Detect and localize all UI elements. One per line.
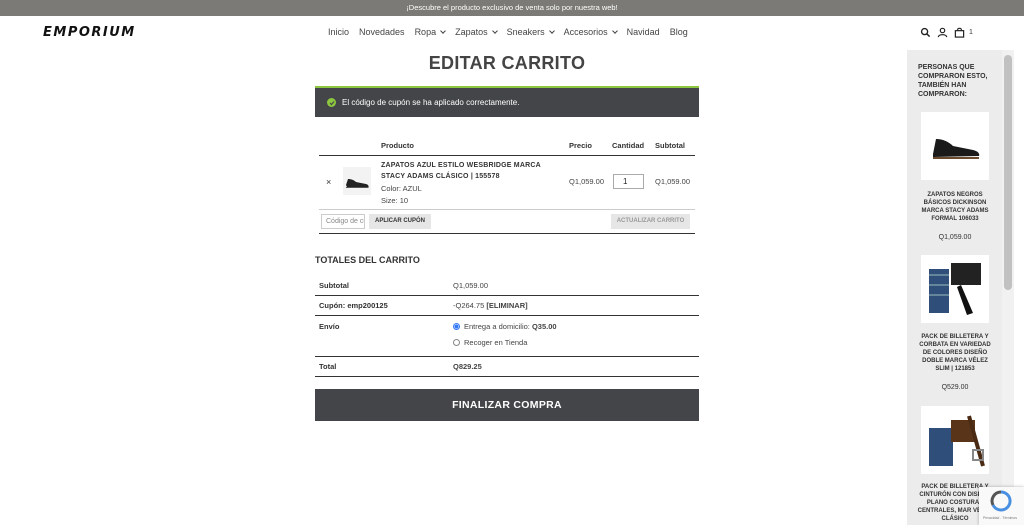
recaptcha-badge[interactable]: Privacidad - Términos [979, 487, 1024, 525]
quantity-input[interactable]: 1 [613, 174, 644, 189]
nav-item-inicio[interactable]: Inicio [328, 27, 349, 37]
divider [319, 233, 695, 234]
shipping-home-price: Q35.00 [531, 322, 557, 331]
apply-coupon-button[interactable]: APLICAR CUPÓN [369, 214, 431, 229]
shipping-pickup-label: Recoger en Tienda [464, 338, 528, 347]
product-name[interactable]: ZAPATOS AZUL ESTILO WESBRIDGE MARCA STAC… [381, 160, 561, 182]
nav-label: Sneakers [506, 27, 545, 37]
coupon-success-notice: El código de cupón se ha aplicado correc… [315, 86, 699, 117]
related-products-sidebar: PERSONAS QUE COMPRARON ESTO, TAMBIÉN HAN… [907, 50, 1002, 525]
nav-label: Navidad [626, 27, 660, 37]
remove-item-button[interactable]: × [326, 177, 331, 187]
column-header-quantity: Cantidad [612, 141, 645, 150]
divider [315, 315, 699, 316]
shipping-option-pickup[interactable]: Recoger en Tienda [453, 338, 527, 347]
total-label: Total [319, 362, 337, 371]
chevron-down-icon [611, 27, 618, 34]
coupon-value-row: -Q264.75 [ELIMINAR] [453, 301, 528, 310]
divider [315, 295, 699, 296]
nav-item-zapatos[interactable]: Zapatos [455, 27, 498, 37]
notice-text: El código de cupón se ha aplicado correc… [342, 98, 520, 107]
chevron-down-icon [491, 27, 498, 34]
nav-label: Zapatos [455, 27, 488, 37]
subtotal-value: Q1,059.00 [453, 281, 489, 290]
scrollbar-thumb[interactable] [1004, 55, 1012, 290]
remove-coupon-link[interactable]: [ELIMINAR] [486, 301, 527, 310]
user-icon[interactable] [937, 27, 948, 38]
related-product-name[interactable]: PACK DE BILLETERA Y CORBATA EN VARIEDAD … [915, 333, 995, 373]
radio-unselected-icon[interactable] [453, 339, 460, 346]
shopping-bag-icon[interactable] [954, 27, 965, 38]
site-logo[interactable]: EMPORIUM [43, 25, 136, 40]
nav-item-novedades[interactable]: Novedades [359, 27, 405, 37]
sidebar-title: PERSONAS QUE COMPRARON ESTO, TAMBIÉN HAN… [918, 64, 988, 98]
related-product-image[interactable] [921, 112, 989, 180]
column-header-product: Producto [381, 141, 414, 150]
nav-label: Blog [669, 27, 688, 37]
wallet-belt-icon [929, 415, 985, 467]
main-nav: Inicio Novedades Ropa Zapatos Sneakers A… [328, 27, 698, 37]
cart-totals-title: TOTALES DEL CARRITO [315, 255, 420, 265]
check-circle-icon [327, 98, 336, 107]
announcement-bar: ¡Descubre el producto exclusivo de venta… [0, 0, 1024, 16]
product-thumbnail[interactable] [343, 167, 371, 195]
nav-item-navidad[interactable]: Navidad [627, 27, 660, 37]
search-icon[interactable] [920, 27, 931, 38]
shoe-icon [346, 179, 369, 188]
column-header-price: Precio [569, 141, 592, 150]
product-subtotal: Q1,059.00 [655, 177, 691, 186]
related-product-name[interactable]: ZAPATOS NEGROS BÁSICOS DICKINSON MARCA S… [915, 191, 995, 223]
chevron-down-icon [548, 27, 555, 34]
cart-count-badge: 1 [969, 29, 973, 36]
recaptcha-icon [990, 490, 1012, 512]
related-product-price: Q1,059.00 [938, 234, 972, 241]
radio-selected-icon[interactable] [453, 323, 460, 330]
column-header-subtotal: Subtotal [655, 141, 685, 150]
recaptcha-text: Privacidad - Términos [983, 516, 1017, 520]
coupon-input[interactable]: Código de cupón [321, 214, 365, 229]
checkout-button[interactable]: FINALIZAR COMPRA [315, 389, 699, 421]
related-product-price: Q529.00 [941, 384, 969, 391]
shoe-icon [933, 139, 980, 159]
divider [319, 209, 695, 210]
related-product-image[interactable] [921, 255, 989, 323]
update-cart-button[interactable]: ACTUALIZAR CARRITO [611, 214, 690, 229]
divider [315, 376, 699, 377]
product-price: Q1,059.00 [569, 177, 605, 186]
total-value: Q829.25 [453, 362, 482, 371]
nav-label: Novedades [359, 27, 405, 37]
header-icons: 1 [920, 27, 973, 38]
shipping-label: Envío [319, 322, 340, 331]
chevron-down-icon [440, 27, 446, 34]
page-title: EDITAR CARRITO [428, 53, 586, 73]
nav-item-sneakers[interactable]: Sneakers [506, 27, 555, 37]
divider [315, 356, 699, 357]
related-product-image[interactable] [921, 406, 989, 474]
wallet-tie-icon [929, 263, 981, 315]
shipping-home-label: Entrega a domicilio: [464, 322, 530, 331]
divider [319, 155, 695, 156]
coupon-discount: -Q264.75 [453, 301, 485, 310]
subtotal-label: Subtotal [319, 281, 349, 290]
product-color: Color: AZUL [381, 184, 422, 193]
site-header: EMPORIUM Inicio Novedades Ropa Zapatos S… [0, 16, 1024, 50]
nav-item-accesorios[interactable]: Accesorios [563, 27, 618, 37]
product-size: Size: 10 [381, 196, 409, 205]
nav-label: Inicio [328, 27, 350, 37]
coupon-label: Cupón: emp200125 [319, 301, 388, 310]
nav-label: Ropa [414, 27, 437, 37]
nav-item-blog[interactable]: Blog [670, 27, 688, 37]
nav-item-ropa[interactable]: Ropa [415, 27, 446, 37]
shipping-option-home[interactable]: Entrega a domicilio: Q35.00 [453, 322, 557, 331]
nav-label: Accesorios [563, 27, 608, 37]
